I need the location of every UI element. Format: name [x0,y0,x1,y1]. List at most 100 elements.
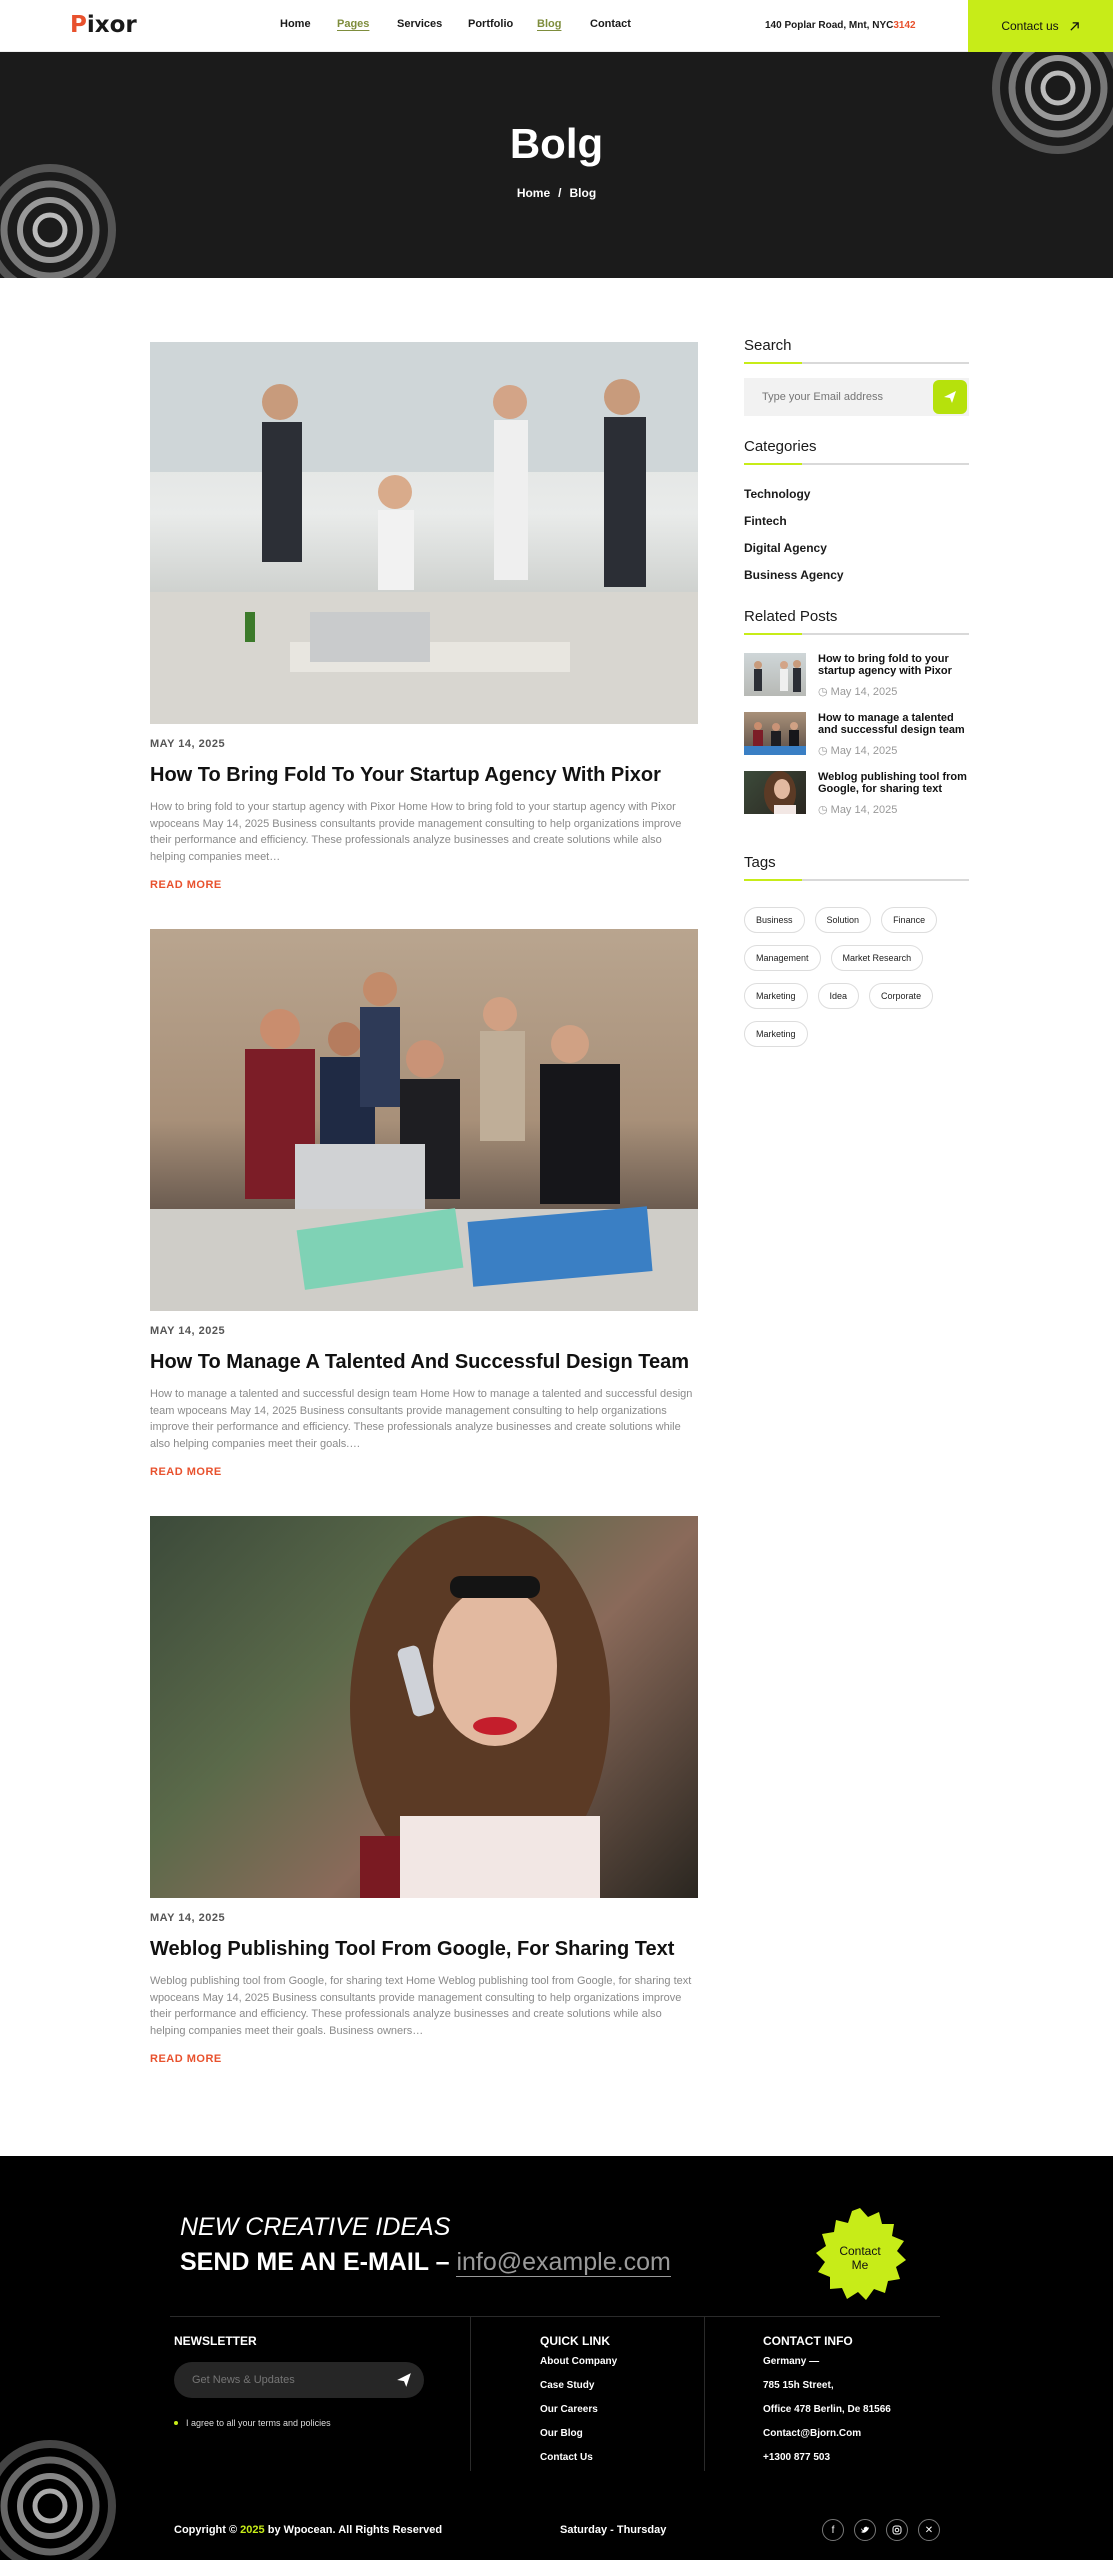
heading-underline [744,633,969,635]
contact-info-line: Office 478 Berlin, De 81566 [763,2404,891,2415]
category-item[interactable]: Technology [744,487,969,501]
quick-link-item[interactable]: Contact Us [540,2452,617,2476]
tag-item[interactable]: Market Research [830,945,924,971]
post-image[interactable] [150,342,698,724]
contact-info-line: Germany — [763,2356,820,2367]
post-title[interactable]: How To Manage A Talented And Successful … [150,1351,698,1374]
nav-pages[interactable]: Pages [337,18,369,30]
related-post-thumbnail [744,771,806,814]
read-more-link[interactable]: READ MORE [150,2053,698,2065]
contact-info-phone[interactable]: +1300 877 503 [763,2452,891,2476]
tag-item[interactable]: Idea [817,983,860,1009]
breadcrumb-home[interactable]: Home [517,186,550,200]
category-item[interactable]: Business Agency [744,568,969,582]
tag-cloud: Business Solution Finance Management Mar… [744,907,969,1047]
spiral-decoration-left [0,164,116,278]
contact-info-heading: CONTACT INFO [763,2334,853,2348]
nav-contact[interactable]: Contact [590,18,631,30]
sidebar-search: Search [744,337,969,416]
newsletter-form [174,2362,424,2398]
site-header: Pixor Home Pages Services Portfolio Blog… [0,0,1113,52]
contact-me-label: Contact Me [839,2244,881,2272]
opening-hours: Saturday - Thursday [560,2524,667,2536]
woman-phone-illustration [350,1516,610,1898]
read-more-link[interactable]: READ MORE [150,1466,698,1478]
blog-post: MAY 14, 2025 Weblog Publishing Tool From… [150,1516,698,2065]
tag-item[interactable]: Marketing [744,983,808,1009]
address-text: 140 Poplar Road, Mnt, NYC [765,20,894,31]
copyright-year: 2025 [240,2524,265,2536]
search-input[interactable] [744,378,914,416]
nav-home[interactable]: Home [280,18,311,30]
post-title[interactable]: Weblog Publishing Tool From Google, For … [150,1938,698,1961]
office-team-illustration [150,342,698,724]
quick-link-item[interactable]: About Company [540,2356,617,2380]
post-image[interactable] [150,1516,698,1898]
column-divider [704,2316,705,2471]
post-title[interactable]: How To Bring Fold To Your Startup Agency… [150,764,698,787]
breadcrumb-separator: / [558,186,562,200]
send-icon[interactable] [396,2372,412,2388]
post-date: MAY 14, 2025 [150,738,226,750]
footer-headline: SEND ME AN E-MAIL – info@example.com [180,2248,671,2277]
footer-email-link[interactable]: info@example.com [456,2248,671,2277]
newsletter-input[interactable] [174,2362,374,2398]
category-item[interactable]: Fintech [744,514,969,528]
terms-agreement[interactable]: I agree to all your terms and policies [174,2418,331,2428]
related-post-date: ◷ May 14, 2025 [818,685,969,698]
category-item[interactable]: Digital Agency [744,541,969,555]
terms-label: I agree to all your terms and policies [186,2418,331,2428]
footer-headline-text: SEND ME AN E-MAIL – [180,2248,450,2276]
contact-info-email[interactable]: Contact@Bjorn.Com [763,2428,891,2452]
clock-icon: ◷ [818,804,831,816]
sidebar-related-posts: Related Posts How to bring fold to your … [744,608,969,830]
copyright-prefix: Copyright © [174,2524,238,2536]
contact-info-line: 785 15h Street, [763,2380,834,2391]
related-post-list: How to bring fold to your startup agency… [744,653,969,816]
related-post-title: How to manage a talented and successful … [818,712,965,736]
instagram-icon[interactable] [886,2519,908,2541]
post-image[interactable] [150,929,698,1311]
copyright-suffix: by Wpocean. All Rights Reserved [267,2524,443,2536]
post-date: MAY 14, 2025 [150,1325,226,1337]
contact-us-button[interactable]: Contact us [968,0,1113,52]
related-post-thumbnail [744,712,806,755]
tag-item[interactable]: Marketing [744,1021,808,1047]
tag-item[interactable]: Management [744,945,821,971]
nav-portfolio[interactable]: Portfolio [468,18,513,30]
post-excerpt: How to bring fold to your startup agency… [150,801,682,863]
categories-heading: Categories [744,438,817,455]
nav-blog[interactable]: Blog [537,18,561,30]
contact-me-badge[interactable]: Contact Me [810,2208,910,2308]
search-box [744,378,969,416]
header-address: 140 Poplar Road, Mnt, NYC3142 [765,20,916,31]
heading-underline [744,879,969,881]
related-post-thumbnail [744,653,806,696]
related-post-date-text: May 14, 2025 [830,745,898,757]
footer-tagline: NEW CREATIVE IDEAS [180,2213,451,2241]
facebook-icon[interactable]: f [822,2519,844,2541]
twitter-icon[interactable] [854,2519,876,2541]
read-more-link[interactable]: READ MORE [150,879,698,891]
tag-item[interactable]: Solution [814,907,872,933]
quick-link-item[interactable]: Our Careers [540,2404,617,2428]
related-post-item[interactable]: How to manage a talented and successful … [744,712,969,757]
column-divider [470,2316,471,2471]
quick-link-item[interactable]: Our Blog [540,2428,617,2452]
tag-item[interactable]: Business [744,907,805,933]
search-submit-button[interactable] [933,380,967,414]
contact-info-list: Germany — 785 15h Street, Office 478 Ber… [763,2356,891,2476]
tag-item[interactable]: Finance [881,907,938,933]
tag-item[interactable]: Corporate [869,983,934,1009]
x-icon[interactable]: ✕ [918,2519,940,2541]
related-post-item[interactable]: Weblog publishing tool from Google, for … [744,771,969,816]
terms-checkbox[interactable] [174,2421,178,2425]
related-post-date-text: May 14, 2025 [830,686,898,698]
related-post-date: ◷ May 14, 2025 [818,803,969,816]
related-post-title: How to bring fold to your startup agency… [818,653,952,677]
related-post-date-text: May 14, 2025 [830,804,898,816]
nav-services[interactable]: Services [397,18,442,30]
quick-link-item[interactable]: Case Study [540,2380,617,2404]
spiral-decoration-footer [0,2440,116,2560]
related-post-item[interactable]: How to bring fold to your startup agency… [744,653,969,698]
